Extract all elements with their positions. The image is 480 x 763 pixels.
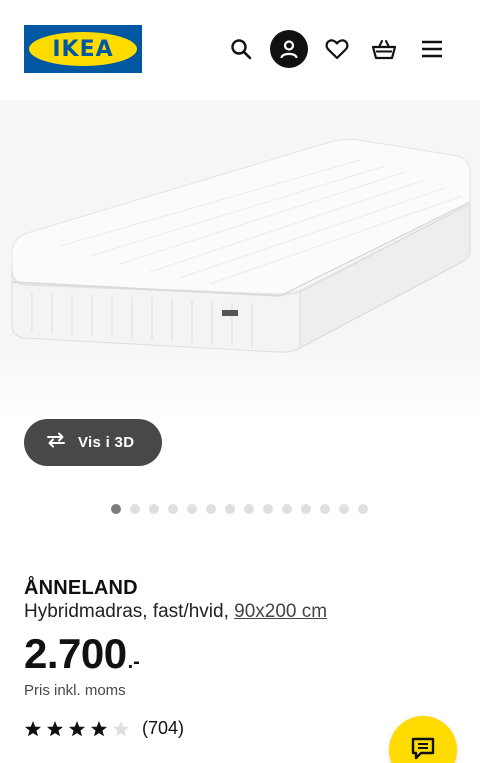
star-filled-icon — [90, 720, 108, 738]
star-filled-icon — [24, 720, 42, 738]
menu-button[interactable] — [413, 30, 451, 68]
ikea-logo[interactable]: IKEA — [24, 25, 142, 73]
price-suffix: .- — [127, 651, 140, 673]
logo-text: IKEA — [52, 36, 114, 62]
carousel-dot[interactable] — [111, 504, 121, 514]
product-description: Hybridmadras, fast/hvid, 90x200 cm — [24, 601, 327, 623]
carousel-dot[interactable] — [244, 504, 254, 514]
chat-icon — [410, 735, 436, 763]
search-icon — [230, 38, 252, 60]
basket-icon — [371, 38, 397, 60]
favourites-button[interactable] — [318, 30, 356, 68]
star-filled-icon — [68, 720, 86, 738]
heart-icon — [325, 38, 349, 60]
carousel-dot[interactable] — [187, 504, 197, 514]
header: IKEA — [0, 0, 480, 96]
review-count: (704) — [142, 718, 185, 738]
rating-stars — [24, 720, 130, 738]
product-description-text: Hybridmadras, fast/hvid, — [24, 601, 235, 622]
star-filled-icon — [46, 720, 64, 738]
rotate-3d-icon — [44, 432, 68, 453]
carousel-dot[interactable] — [225, 504, 235, 514]
user-icon — [279, 39, 299, 59]
mattress-illustration — [11, 138, 471, 353]
carousel-dot[interactable] — [263, 504, 273, 514]
account-button[interactable] — [270, 30, 308, 68]
carousel-dot[interactable] — [130, 504, 140, 514]
chat-button[interactable] — [389, 716, 457, 763]
price-note: Pris inkl. moms — [24, 682, 126, 699]
product-image[interactable] — [0, 100, 480, 420]
carousel-dot[interactable] — [206, 504, 216, 514]
view-in-3d-button[interactable]: Vis i 3D — [24, 419, 162, 466]
carousel-dot[interactable] — [358, 504, 368, 514]
price-value: 2.700 — [24, 630, 127, 677]
carousel-dot[interactable] — [301, 504, 311, 514]
search-button[interactable] — [222, 30, 260, 68]
carousel-dot[interactable] — [339, 504, 349, 514]
price: 2.700 .- — [24, 628, 140, 680]
star-empty-icon — [112, 720, 130, 738]
carousel-dot[interactable] — [149, 504, 159, 514]
carousel-dot[interactable] — [168, 504, 178, 514]
basket-button[interactable] — [365, 30, 403, 68]
rating[interactable]: (704) — [24, 718, 184, 739]
carousel-dot[interactable] — [282, 504, 292, 514]
menu-icon — [421, 40, 443, 58]
carousel-dot[interactable] — [320, 504, 330, 514]
product-name: ÅNNELAND — [24, 577, 138, 599]
carousel-dots — [111, 504, 368, 514]
view-in-3d-label: Vis i 3D — [78, 434, 135, 451]
logo-oval: IKEA — [29, 32, 137, 66]
size-link[interactable]: 90x200 cm — [234, 601, 327, 622]
